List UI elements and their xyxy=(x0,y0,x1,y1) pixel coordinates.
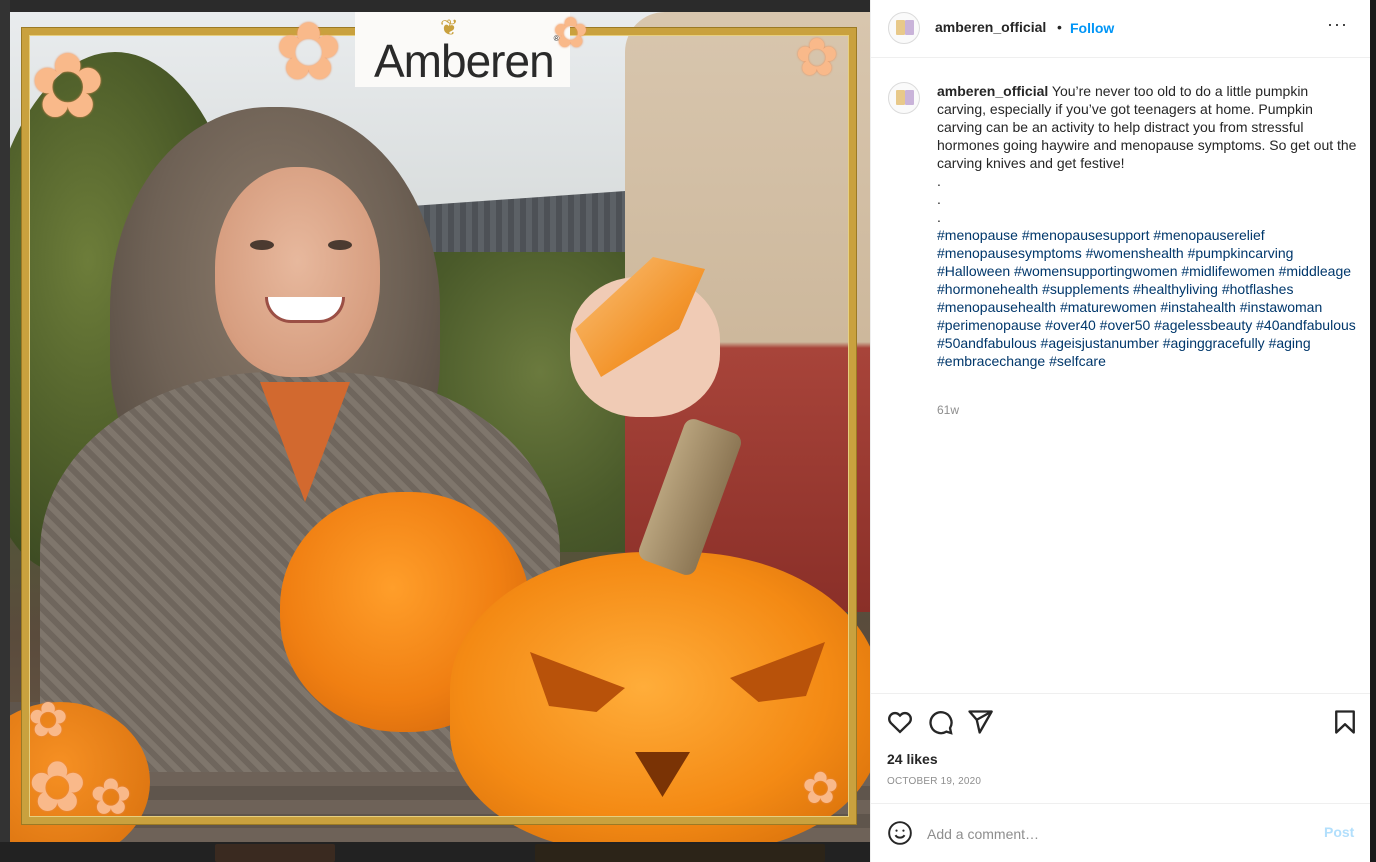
post-actions: 24 likes OCTOBER 19, 2020 xyxy=(871,693,1371,803)
background-thumbnail xyxy=(535,844,825,862)
paper-plane-icon[interactable] xyxy=(966,708,994,736)
post-caption: amberen_official You’re never too old to… xyxy=(937,82,1361,370)
caption-hashtags[interactable]: #menopause #menopausesupport #menopauser… xyxy=(937,226,1361,370)
backdrop-left xyxy=(0,0,10,862)
comment-bar: Post xyxy=(871,803,1371,862)
header-username[interactable]: amberen_official xyxy=(935,19,1046,35)
flower-icon: ✿ xyxy=(30,37,106,137)
comment-icon[interactable] xyxy=(926,708,954,736)
background-thumbnail xyxy=(215,844,335,862)
post-image[interactable]: ❦ Amberen® ✿ ✿ ✿ ✿ ✿ ✿ ✿ ✿ xyxy=(10,12,870,842)
caption-dots: . . . xyxy=(937,172,1361,226)
smiley-icon[interactable] xyxy=(887,820,913,846)
flower-icon: ✿ xyxy=(28,694,69,747)
post-side-panel: amberen_official • Follow ··· amberen_of… xyxy=(870,0,1371,862)
caption-username[interactable]: amberen_official xyxy=(937,83,1048,99)
caption-dot: . xyxy=(937,209,941,225)
flower-icon: ✿ xyxy=(802,764,839,813)
bookmark-icon[interactable] xyxy=(1331,708,1359,736)
post-comment-button[interactable]: Post xyxy=(1324,824,1354,840)
post-date: OCTOBER 19, 2020 xyxy=(887,776,982,787)
likes-count[interactable]: 24 likes xyxy=(887,751,938,767)
flower-icon: ✿ xyxy=(553,12,589,56)
heart-icon[interactable] xyxy=(886,708,914,736)
caption-dot: . xyxy=(937,191,941,207)
caption-dot: . xyxy=(937,173,941,189)
flower-icon: ✿ xyxy=(90,769,132,825)
flower-icon: ✿ xyxy=(28,748,87,826)
flower-icon: ✿ xyxy=(795,29,839,87)
post-age[interactable]: 61w xyxy=(937,403,959,417)
post-header: amberen_official • Follow ··· xyxy=(871,0,1371,58)
comment-input[interactable] xyxy=(927,824,1307,844)
gold-frame xyxy=(22,28,856,824)
backdrop-right xyxy=(1370,0,1376,862)
separator-dot: • xyxy=(1057,19,1062,35)
follow-button[interactable]: Follow xyxy=(1070,20,1114,36)
flower-icon: ✿ xyxy=(275,12,343,96)
avatar[interactable] xyxy=(888,12,920,44)
caption-avatar[interactable] xyxy=(888,82,920,114)
ellipsis-icon[interactable]: ··· xyxy=(1327,14,1348,35)
backdrop-bottom xyxy=(0,842,870,862)
brand-logo: Amberen® xyxy=(374,34,560,87)
